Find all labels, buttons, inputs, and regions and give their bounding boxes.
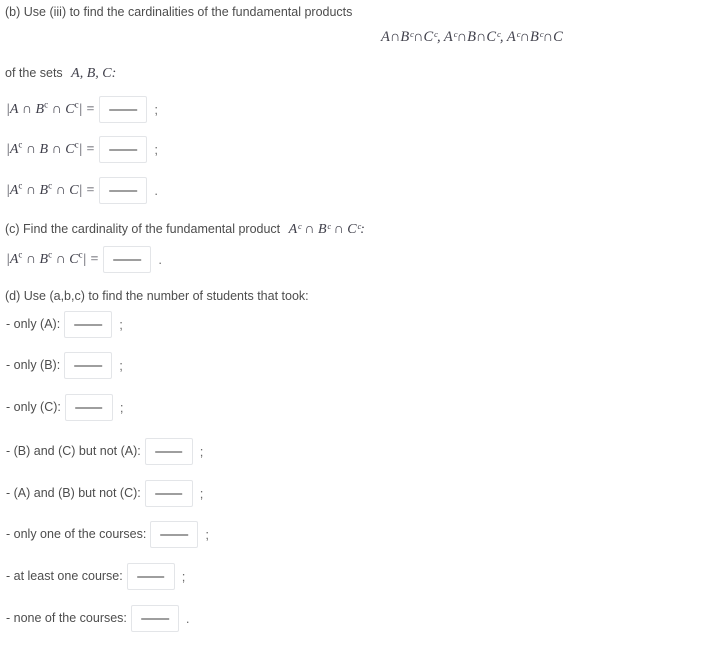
terminator-only-b: ;: [119, 358, 123, 373]
label-only-one-course: - only one of the courses:: [6, 526, 147, 541]
answer-input-Ac-Bc-Cc[interactable]: [103, 246, 152, 273]
label-only-b: - only (B):: [6, 357, 61, 372]
equals-sign-2: =: [86, 141, 95, 157]
blank-rule: [74, 324, 102, 325]
row-terminator-c: .: [158, 252, 162, 267]
question-c-prompt-text: (c) Find the cardinality of the fundamen…: [5, 222, 281, 236]
answer-input-only-c[interactable]: [64, 394, 113, 421]
equals-sign-c: =: [90, 251, 99, 267]
of-the-sets-label: of the sets: [5, 66, 63, 80]
label-only-c: - only (C):: [6, 399, 61, 414]
blank-rule: [141, 618, 169, 619]
blank-rule: [136, 576, 165, 577]
question-c-prompt: (c) Find the cardinality of the fundamen…: [5, 220, 365, 239]
terminator-none-of-courses: .: [185, 611, 190, 626]
answer-row-at-least-one-course: - at least one course: ;: [6, 563, 185, 590]
of-the-sets-line: of the sets A, B, C:: [5, 64, 116, 83]
cardinality-expression-c: |Ac ∩ Bc ∩ Cc|: [6, 248, 87, 267]
label-ab-not-c: - (A) and (B) but not (C):: [6, 485, 141, 500]
question-d-prompt: (d) Use (a,b,c) to find the number of st…: [5, 289, 309, 303]
cardinality-row-c: |Ac ∩ Bc ∩ Cc| = .: [6, 246, 162, 273]
label-only-a: - only (A):: [6, 316, 61, 331]
answer-row-bc-not-a: - (B) and (C) but not (A): ;: [6, 438, 203, 465]
answer-row-only-c: - only (C): ;: [6, 394, 124, 421]
blank-rule: [113, 259, 142, 260]
answer-input-only-b[interactable]: [64, 352, 113, 379]
blank-rule: [75, 407, 103, 408]
blank-rule: [154, 493, 183, 494]
answer-input-A-Bc-Cc[interactable]: [99, 96, 148, 123]
answer-row-ab-not-c: - (A) and (B) but not (C): ;: [6, 480, 203, 507]
terminator-only-one-course: ;: [205, 527, 209, 542]
cardinality-expression-3: |Ac ∩ Bc ∩ C|: [6, 179, 83, 198]
answer-row-only-b: - only (B): ;: [6, 352, 123, 379]
answer-row-only-a: - only (A): ;: [6, 311, 123, 338]
answer-input-ab-not-c[interactable]: [144, 480, 193, 507]
terminator-only-c: ;: [119, 400, 124, 415]
answer-input-Ac-Bc-C[interactable]: [99, 177, 148, 204]
blank-rule: [109, 190, 138, 191]
answer-input-at-least-one-course[interactable]: [126, 563, 175, 590]
row-terminator-2: ;: [154, 142, 158, 157]
sets-list: A, B, C:: [71, 66, 117, 81]
cardinality-expression-1: |A ∩ Bc ∩ Cc|: [6, 98, 83, 117]
row-terminator-3: .: [154, 183, 158, 198]
blank-rule: [74, 365, 102, 366]
answer-input-bc-not-a[interactable]: [144, 438, 193, 465]
blank-rule: [109, 109, 138, 110]
answer-input-none-of-courses[interactable]: [130, 605, 179, 632]
blank-rule: [154, 451, 183, 452]
question-b-prompt: (b) Use (iii) to find the cardinalities …: [5, 5, 353, 19]
cardinality-row-1: |A ∩ Bc ∩ Cc| = ;: [6, 96, 158, 123]
question-b-products-expression: A∩Bᶜ∩Cᶜ, Aᶜ∩B∩Cᶜ, Aᶜ∩Bᶜ∩C: [381, 29, 563, 45]
label-bc-not-a: - (B) and (C) but not (A):: [6, 443, 141, 458]
terminator-ab-not-c: ;: [199, 486, 204, 501]
label-at-least-one-course: - at least one course:: [6, 568, 123, 583]
question-c-prompt-math: Aᶜ ∩ Bᶜ ∩ Cᶜ:: [288, 222, 365, 237]
answer-row-none-of-courses: - none of the courses: .: [6, 605, 190, 632]
terminator-bc-not-a: ;: [199, 444, 204, 459]
label-none-of-courses: - none of the courses:: [6, 610, 127, 625]
cardinality-row-2: |Ac ∩ B ∩ Cc| = ;: [6, 136, 158, 163]
terminator-at-least-one-course: ;: [181, 569, 186, 584]
cardinality-expression-2: |Ac ∩ B ∩ Cc|: [6, 138, 83, 157]
equals-sign-1: =: [86, 101, 95, 117]
blank-rule: [160, 534, 189, 535]
worksheet-page: (b) Use (iii) to find the cardinalities …: [0, 0, 728, 653]
answer-input-Ac-B-Cc[interactable]: [99, 136, 148, 163]
cardinality-row-3: |Ac ∩ Bc ∩ C| = .: [6, 177, 158, 204]
terminator-only-a: ;: [119, 317, 123, 332]
blank-rule: [109, 149, 138, 150]
answer-row-only-one-course: - only one of the courses: ;: [6, 521, 209, 548]
answer-input-only-a[interactable]: [64, 311, 113, 338]
row-terminator-1: ;: [154, 102, 158, 117]
answer-input-only-one-course[interactable]: [150, 521, 199, 548]
equals-sign-3: =: [86, 182, 95, 198]
